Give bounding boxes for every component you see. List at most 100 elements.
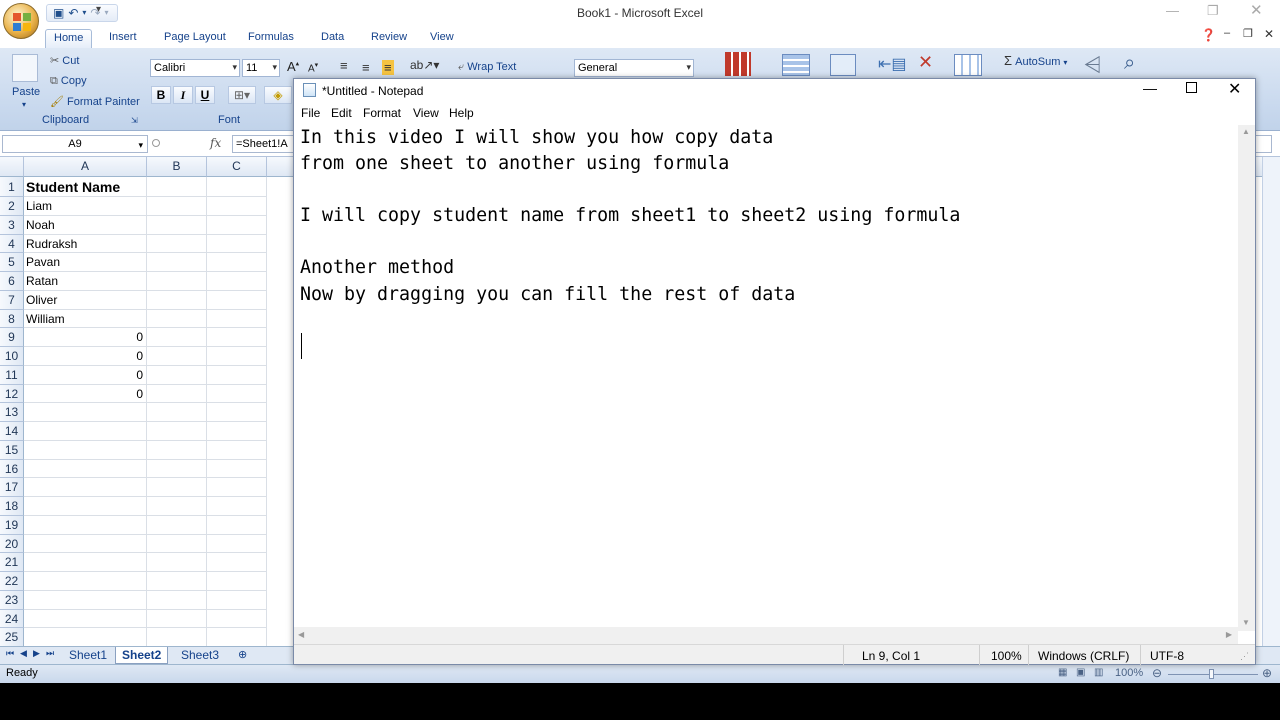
menu-format[interactable]: Format <box>363 106 401 120</box>
zoom-slider-thumb[interactable] <box>1209 669 1214 679</box>
cell-a[interactable] <box>24 572 147 591</box>
fx-icon[interactable]: fx <box>210 136 221 150</box>
fill-color-icon[interactable]: ◈ <box>264 86 292 104</box>
cell-b[interactable] <box>147 460 207 478</box>
cell-b[interactable] <box>147 553 207 572</box>
cell-b[interactable] <box>147 535 207 553</box>
cell-c[interactable] <box>207 310 267 328</box>
cell-c[interactable] <box>207 460 267 478</box>
cell-a[interactable]: Pavan <box>24 253 147 272</box>
font-name-combo[interactable]: Calibri <box>150 59 240 77</box>
workbook-close-icon[interactable]: ✕ <box>1264 27 1274 41</box>
tab-data[interactable]: Data <box>313 29 352 48</box>
cell-a[interactable]: Oliver <box>24 291 147 310</box>
name-box[interactable]: A9 <box>2 135 148 153</box>
excel-restore-icon[interactable]: ❐ <box>1207 3 1219 19</box>
row-header[interactable]: 8 <box>0 310 24 328</box>
paste-dropdown-icon[interactable]: ▾ <box>22 100 26 109</box>
cell-a[interactable] <box>24 553 147 572</box>
notepad-maximize-icon[interactable] <box>1186 82 1197 93</box>
cell-b[interactable] <box>147 572 207 591</box>
cell-a[interactable] <box>24 535 147 553</box>
tab-insert[interactable]: Insert <box>101 29 145 48</box>
cell-c[interactable] <box>207 516 267 535</box>
select-all-corner[interactable] <box>0 157 24 177</box>
row-header[interactable]: 23 <box>0 591 24 610</box>
find-select-icon[interactable]: ⌕ <box>1124 52 1135 75</box>
row-header[interactable]: 19 <box>0 516 24 535</box>
cell-c[interactable] <box>207 610 267 628</box>
page-break-view-icon[interactable]: ▥ <box>1094 667 1103 678</box>
cell-a[interactable] <box>24 460 147 478</box>
cell-b[interactable] <box>147 403 207 422</box>
cell-a[interactable]: Liam <box>24 197 147 216</box>
align-top-icon[interactable]: ≡ <box>340 58 348 73</box>
excel-vertical-scrollbar[interactable] <box>1262 157 1280 646</box>
cell-c[interactable] <box>207 347 267 366</box>
cell-c[interactable] <box>207 177 267 197</box>
cell-b[interactable] <box>147 610 207 628</box>
cell-b[interactable] <box>147 328 207 347</box>
cell-a[interactable] <box>24 628 147 647</box>
cell-c[interactable] <box>207 478 267 497</box>
row-header[interactable]: 25 <box>0 628 24 647</box>
menu-file[interactable]: File <box>301 106 320 120</box>
cell-b[interactable] <box>147 310 207 328</box>
normal-view-icon[interactable]: ▦ <box>1058 667 1067 678</box>
tab-home[interactable]: Home <box>45 29 93 48</box>
sheet-tab-sheet3[interactable]: Sheet3 <box>175 647 225 664</box>
row-header[interactable]: 15 <box>0 441 24 460</box>
scroll-down-icon[interactable]: ▼ <box>1242 618 1250 627</box>
tab-formulas[interactable]: Formulas <box>240 29 302 48</box>
cell-c[interactable] <box>207 591 267 610</box>
page-layout-view-icon[interactable]: ▣ <box>1076 667 1085 678</box>
save-icon[interactable]: ▣ <box>53 6 64 20</box>
copy-button[interactable]: ⧉ Copy <box>50 75 87 88</box>
row-header[interactable]: 1 <box>0 177 24 197</box>
cell-c[interactable] <box>207 197 267 216</box>
cell-c[interactable] <box>207 422 267 441</box>
row-header[interactable]: 12 <box>0 385 24 403</box>
tab-review[interactable]: Review <box>363 29 415 48</box>
borders-icon[interactable]: ⊞▾ <box>228 86 256 104</box>
row-header[interactable]: 17 <box>0 478 24 497</box>
row-header[interactable]: 4 <box>0 235 24 253</box>
bold-button[interactable]: B <box>151 86 171 104</box>
excel-close-icon[interactable]: ✕ <box>1250 1 1263 19</box>
scroll-right-icon[interactable]: ▶ <box>1226 630 1232 639</box>
cell-b[interactable] <box>147 497 207 516</box>
cut-button[interactable]: ✂ Cut <box>50 54 79 67</box>
cell-b[interactable] <box>147 235 207 253</box>
cell-c[interactable] <box>207 366 267 385</box>
cell-c[interactable] <box>207 403 267 422</box>
align-bottom-icon[interactable]: ≡ <box>382 60 394 75</box>
format-as-table-icon[interactable] <box>782 54 810 76</box>
tab-view[interactable]: View <box>422 29 462 48</box>
number-format-combo[interactable]: General <box>574 59 694 77</box>
clipboard-launcher-icon[interactable]: ⇲ <box>131 116 138 125</box>
excel-minimize-icon[interactable]: — <box>1166 3 1179 18</box>
scroll-left-icon[interactable]: ◀ <box>298 630 304 639</box>
row-header[interactable]: 16 <box>0 460 24 478</box>
office-button[interactable] <box>3 3 39 39</box>
paste-button[interactable]: Paste <box>12 86 40 98</box>
row-header[interactable]: 22 <box>0 572 24 591</box>
row-header[interactable]: 5 <box>0 253 24 272</box>
row-header[interactable]: 21 <box>0 553 24 572</box>
cell-a[interactable]: William <box>24 310 147 328</box>
orientation-icon[interactable]: ab↗▾ <box>410 58 439 72</box>
cell-a[interactable] <box>24 422 147 441</box>
cell-a[interactable]: Student Name <box>24 177 147 197</box>
cell-b[interactable] <box>147 422 207 441</box>
cell-a[interactable] <box>24 441 147 460</box>
align-middle-icon[interactable]: ≡ <box>362 60 370 75</box>
cell-c[interactable] <box>207 628 267 647</box>
cell-a[interactable]: Noah <box>24 216 147 235</box>
cell-c[interactable] <box>207 272 267 291</box>
row-header[interactable]: 11 <box>0 366 24 385</box>
paste-icon[interactable] <box>12 54 38 82</box>
customize-qat-icon[interactable]: ▾ <box>96 4 101 15</box>
cell-b[interactable] <box>147 366 207 385</box>
cell-c[interactable] <box>207 553 267 572</box>
first-sheet-icon[interactable]: ⏮ <box>6 648 14 659</box>
